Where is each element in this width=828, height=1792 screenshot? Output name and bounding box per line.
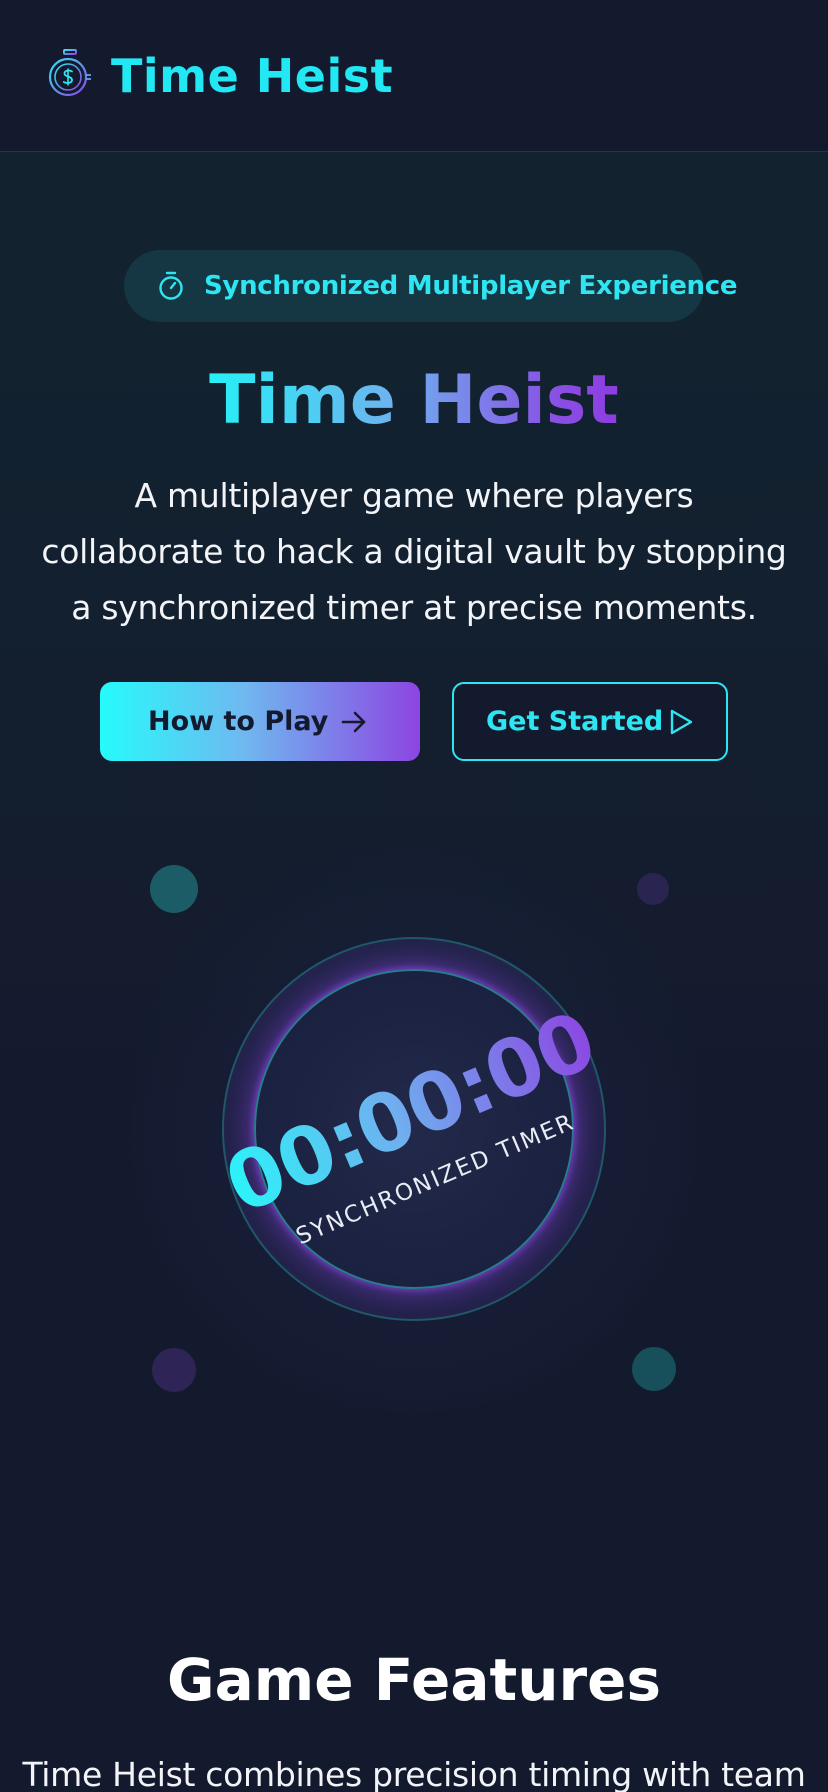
brand-title[interactable]: Time Heist xyxy=(111,46,393,106)
stopwatch-dollar-icon[interactable] xyxy=(48,48,92,98)
get-started-label: Get Started xyxy=(486,706,664,737)
stopwatch-icon xyxy=(157,270,185,302)
badge-label: Synchronized Multiplayer Experience xyxy=(204,271,738,301)
features-description: Time Heist combines precision timing wit… xyxy=(22,1755,806,1792)
get-started-button[interactable]: Get Started xyxy=(452,682,728,761)
top-navbar: Time Heist xyxy=(0,0,828,152)
page: Time Heist Synchronized Multiplayer Expe… xyxy=(0,0,828,1792)
arrow-right-icon xyxy=(340,708,368,736)
decorative-dot xyxy=(150,865,198,913)
decorative-dot xyxy=(637,873,669,905)
how-to-play-button[interactable]: How to Play xyxy=(100,682,420,761)
timer-face: 00:00:00 SYNCHRONIZED TIMER xyxy=(162,877,666,1381)
hero-title: Time Heist xyxy=(0,356,828,446)
synchronized-timer[interactable]: 00:00:00 SYNCHRONIZED TIMER xyxy=(213,937,608,1321)
hero-description: A multiplayer game where players collabo… xyxy=(41,476,787,627)
feature-badge: Synchronized Multiplayer Experience xyxy=(124,250,738,322)
how-to-play-label: How to Play xyxy=(148,706,329,737)
features-heading: Game Features xyxy=(167,1646,661,1714)
play-icon xyxy=(668,708,694,736)
decorative-dot xyxy=(632,1347,676,1391)
decorative-dot xyxy=(152,1348,196,1392)
hero-title-text: Time Heist xyxy=(205,361,623,440)
